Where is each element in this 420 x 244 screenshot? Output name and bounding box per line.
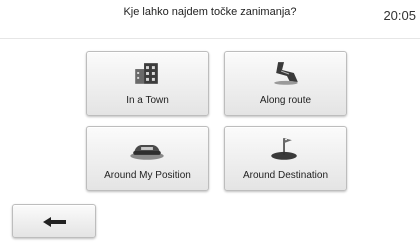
destination-flag-icon (271, 138, 297, 160)
route-road-icon (274, 62, 298, 85)
back-arrow-icon (43, 217, 66, 227)
around-destination-label: Around Destination (242, 170, 329, 181)
along-route-label: Along route (259, 95, 312, 106)
in-a-town-button[interactable]: In a Town (86, 51, 209, 116)
clock-time: 20:05 (383, 8, 416, 23)
page-title: Kje lahko najdem točke zanimanja? (123, 6, 297, 18)
back-button[interactable] (12, 204, 96, 238)
in-a-town-label: In a Town (126, 95, 169, 106)
city-buildings-icon (135, 63, 158, 84)
car-position-icon (130, 145, 164, 160)
around-destination-button[interactable]: Around Destination (224, 126, 347, 191)
around-my-position-button[interactable]: Around My Position (86, 126, 209, 191)
header-divider (0, 38, 420, 39)
around-my-position-label: Around My Position (104, 170, 191, 181)
along-route-button[interactable]: Along route (224, 51, 347, 116)
